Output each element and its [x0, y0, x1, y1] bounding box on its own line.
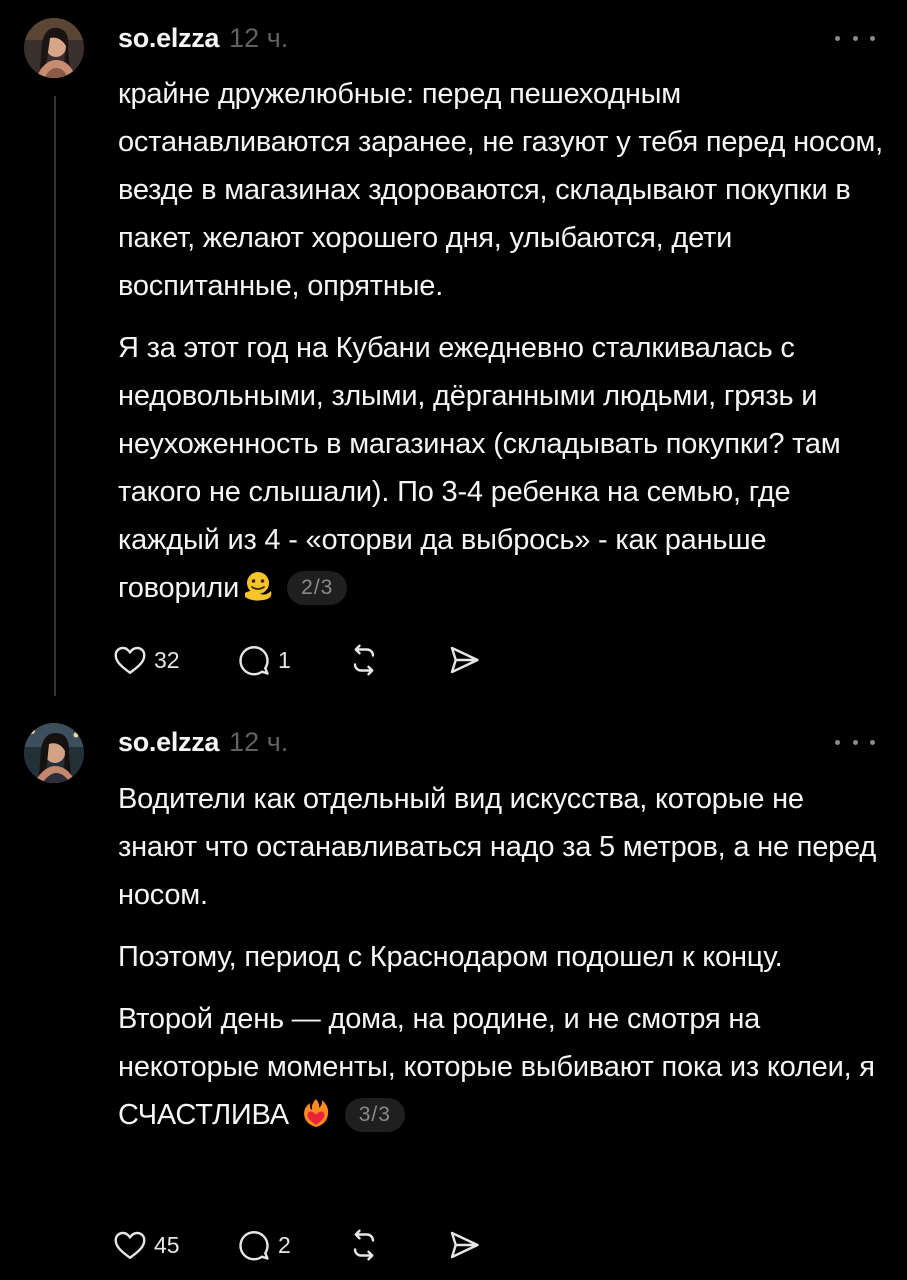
- repost-button[interactable]: [346, 638, 446, 682]
- page-indicator-badge: 2/3: [287, 571, 348, 605]
- paragraph: Поэтому, период с Краснодаром подошел к …: [118, 941, 783, 973]
- send-icon: [450, 1231, 479, 1259]
- paragraph-with-emoji: Второй день — дома, на родине, и не смот…: [118, 995, 889, 1139]
- heart-on-fire-emoji: [303, 1099, 328, 1127]
- thread-line: [54, 96, 56, 696]
- reply-button[interactable]: 2: [236, 1223, 346, 1267]
- action-bar: 45 2: [112, 1223, 482, 1267]
- username[interactable]: so.elzza: [118, 23, 219, 54]
- reply-count: 2: [278, 1231, 291, 1258]
- like-button[interactable]: 32: [112, 638, 236, 682]
- avatar[interactable]: [24, 723, 84, 783]
- post-header: so.elzza 12 ч.: [118, 18, 887, 58]
- melting-face-emoji: [245, 572, 272, 601]
- reply-button[interactable]: 1: [236, 638, 346, 682]
- repost-icon: [353, 644, 375, 676]
- share-button[interactable]: [446, 638, 482, 682]
- like-button[interactable]: 45: [112, 1223, 236, 1267]
- post-text: Водители как отдельный вид искусства, ко…: [118, 775, 889, 1153]
- post-header: so.elzza 12 ч.: [118, 722, 887, 762]
- comment-icon: [239, 646, 269, 676]
- timestamp: 12 ч.: [229, 726, 289, 757]
- page-indicator-badge: 3/3: [344, 1098, 405, 1132]
- comment-icon: [239, 1231, 269, 1261]
- paragraph: Я за этот год на Кубани ежедневно сталки…: [118, 332, 841, 604]
- heart-icon: [114, 646, 146, 674]
- timestamp: 12 ч.: [229, 22, 289, 53]
- more-options-icon[interactable]: [835, 728, 875, 756]
- avatar[interactable]: [24, 18, 84, 78]
- paragraph: Второй день — дома, на родине, и не смот…: [118, 1003, 875, 1131]
- share-button[interactable]: [446, 1223, 482, 1267]
- more-options-icon[interactable]: [835, 24, 875, 52]
- send-icon: [450, 646, 479, 674]
- repost-icon: [353, 1229, 375, 1261]
- paragraph: крайне дружелюбные: перед пешеходным ост…: [118, 78, 883, 302]
- paragraph-with-emoji: Я за этот год на Кубани ежедневно сталки…: [118, 324, 889, 612]
- thread-post: so.elzza 12 ч. крайне дружелюбные: перед…: [0, 0, 907, 712]
- like-count: 45: [154, 1231, 180, 1258]
- reply-count: 1: [278, 646, 291, 673]
- thread-post: so.elzza 12 ч. Водители как отдельный ви…: [0, 712, 907, 1280]
- username[interactable]: so.elzza: [118, 727, 219, 758]
- like-count: 32: [154, 646, 180, 673]
- repost-button[interactable]: [346, 1223, 446, 1267]
- heart-icon: [114, 1231, 146, 1259]
- action-bar: 32 1: [112, 638, 482, 682]
- post-text: крайне дружелюбные: перед пешеходным ост…: [118, 70, 889, 626]
- paragraph: Водители как отдельный вид искусства, ко…: [118, 783, 877, 911]
